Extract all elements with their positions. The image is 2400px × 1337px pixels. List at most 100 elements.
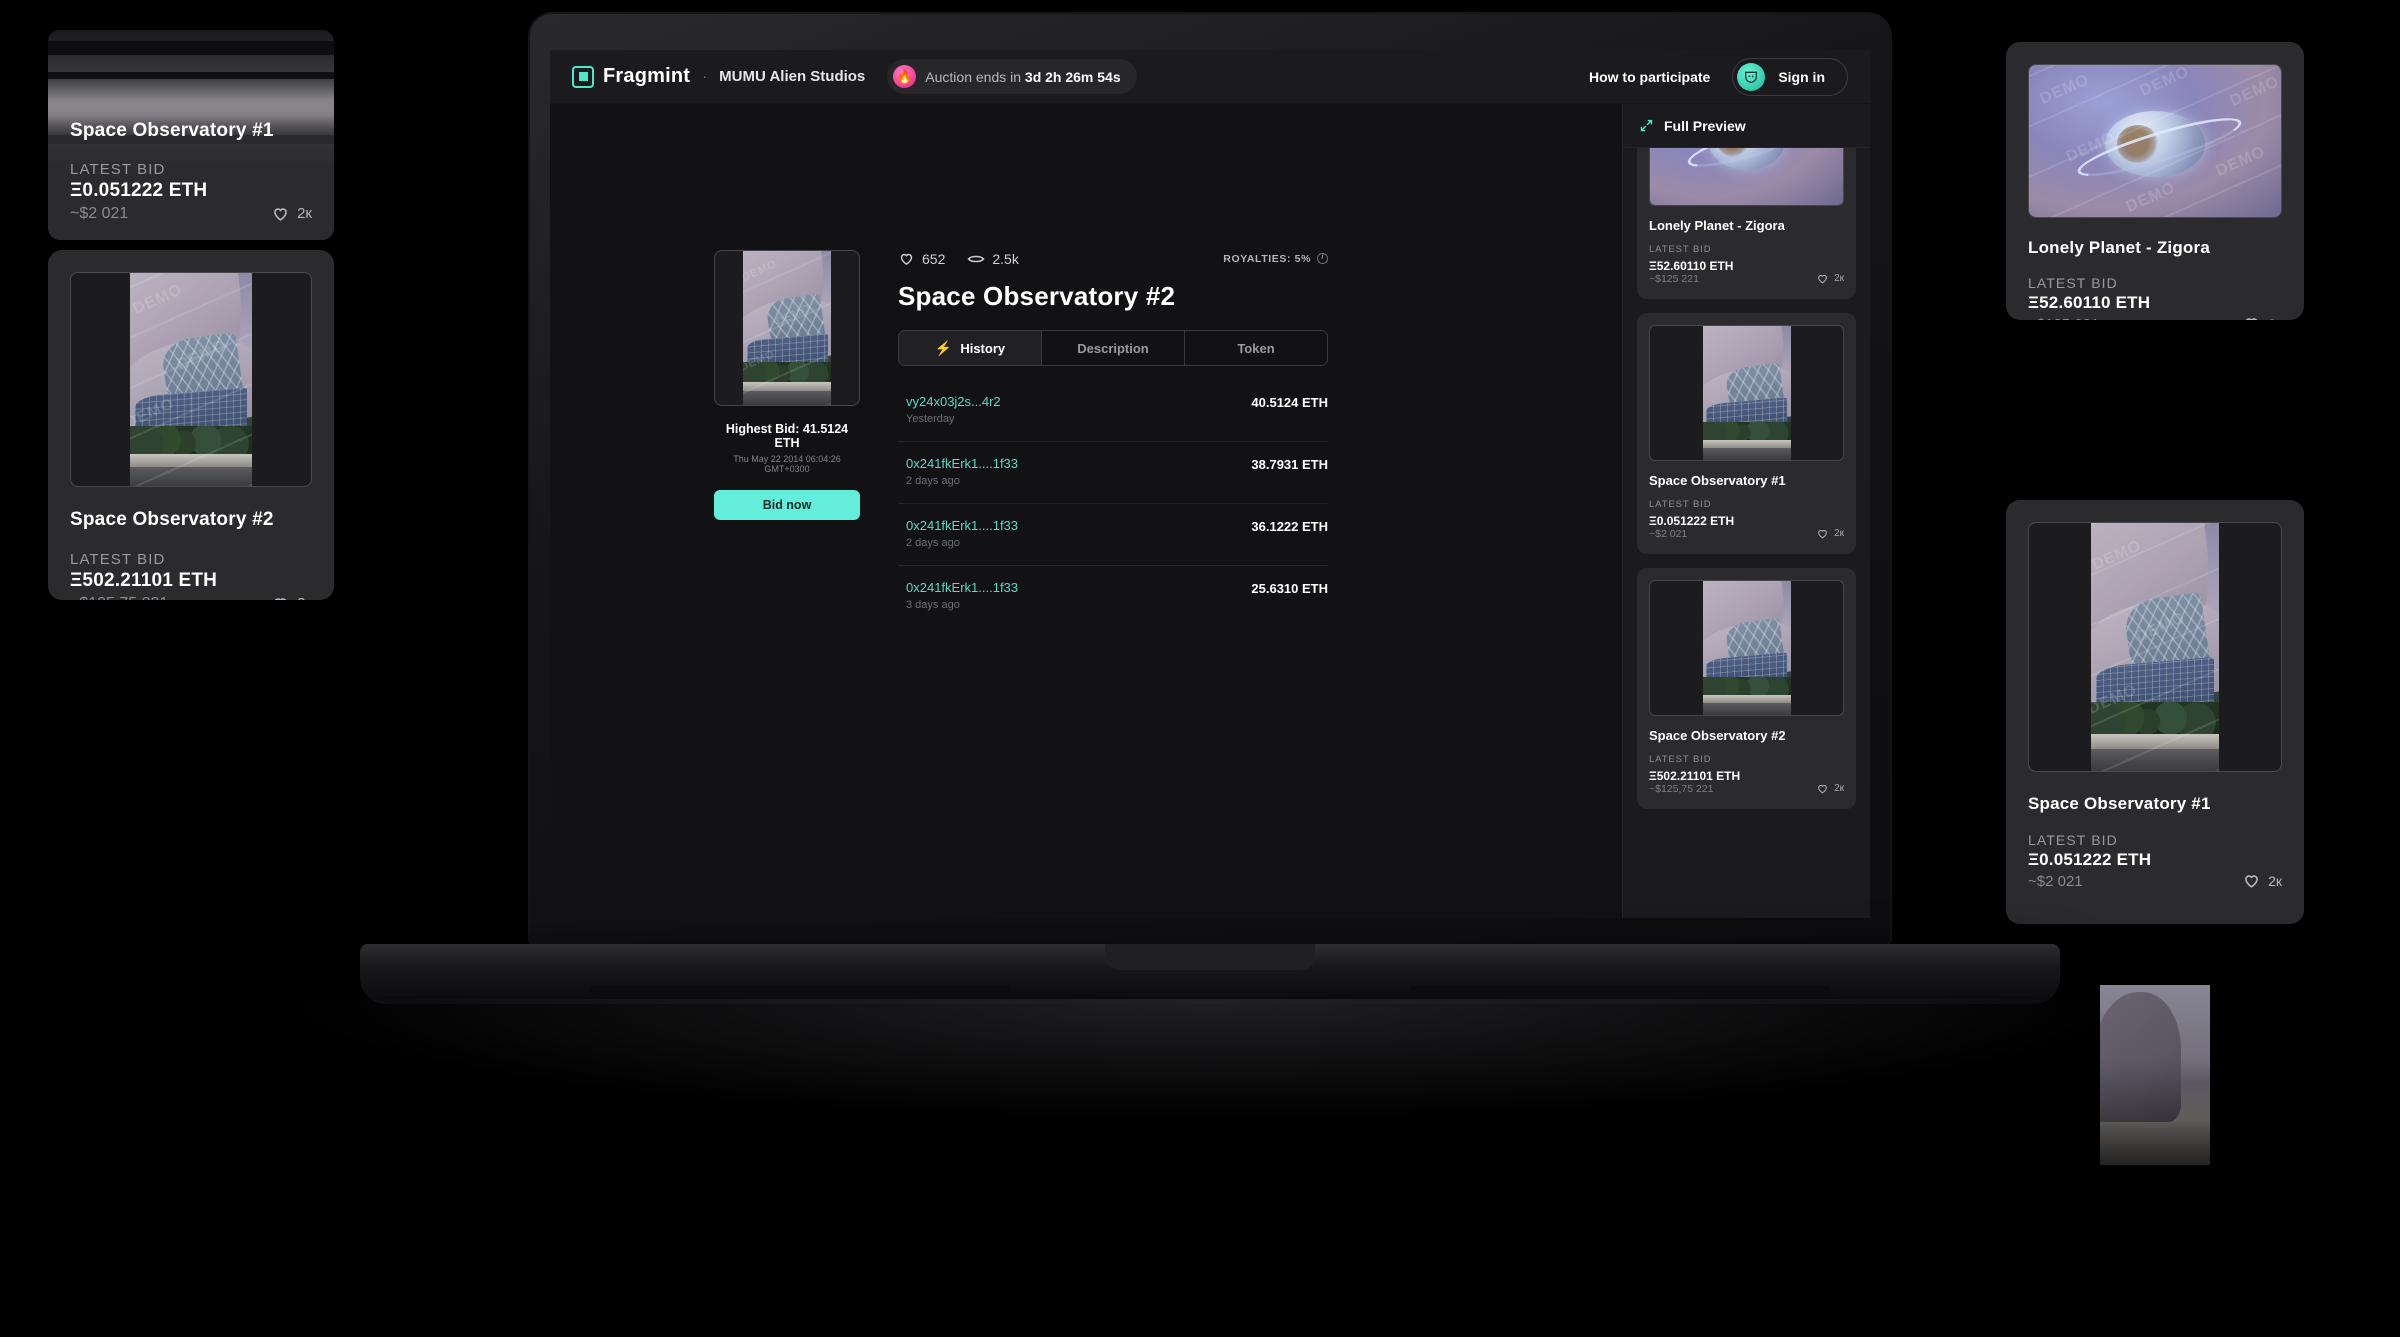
card-bid-amount: Ξ0.051222 ETH [2028, 850, 2152, 869]
card-likes[interactable]: 2к [271, 204, 312, 223]
brand[interactable]: Fragmint [572, 65, 690, 88]
bidder-address[interactable]: 0x241fkErk1....1f33 [906, 518, 1018, 533]
tab-description-label: Description [1077, 340, 1149, 356]
likes-count: 652 [922, 250, 946, 267]
auction-time: 3d 2h 26m 54s [1024, 68, 1121, 85]
table-row[interactable]: 0x241fkErk1....1f33 2 days ago 36.1222 E… [898, 503, 1328, 565]
nft-preview-thumbnail[interactable]: DEMO DEMO DEMO [714, 250, 860, 406]
bidder-address[interactable]: 0x241fkErk1....1f33 [906, 580, 1018, 595]
card-likes-count: 2к [297, 595, 312, 600]
card-likes-count: 2к [2268, 316, 2282, 321]
screenshot-stage: Space Observatory #1 LATEST BID Ξ0.05122… [0, 0, 2400, 1337]
full-preview-label: Full Preview [1664, 117, 1746, 134]
sign-in-label: Sign in [1778, 68, 1825, 85]
laptop-screen: Fragmint · MUMU Alien Studios 🔥 Auction … [550, 50, 1870, 918]
card-likes[interactable]: 2к [271, 594, 312, 600]
artwork-lonely-planet-zigora [1650, 148, 1843, 205]
table-row[interactable]: 0x241fkErk1....1f33 3 days ago 25.6310 E… [898, 565, 1328, 627]
card-thumbnail: DEMO DEMO DEMO [70, 272, 312, 487]
floating-card-right-1[interactable]: DEMO DEMO DEMO DEMO DEMO DEMO Lonely Pla… [2006, 42, 2304, 320]
floating-card-left-1-body[interactable]: Space Observatory #1 LATEST BID Ξ0.05122… [48, 100, 334, 240]
artwork-space-observatory-2: DEMO DEMO DEMO [743, 251, 831, 405]
card-bid-amount: Ξ52.60110 ETH [1649, 259, 1734, 273]
info-icon[interactable] [1317, 252, 1328, 264]
card-title: Space Observatory #1 [70, 120, 274, 141]
card-title: Space Observatory #2 [1649, 728, 1786, 743]
card-bid-amount: Ξ502.21101 ETH [70, 570, 218, 591]
bid-amount: 25.6310 ETH [1251, 581, 1328, 596]
latest-bid-label: LATEST BID [70, 161, 166, 178]
bid-timestamp: 2 days ago [906, 537, 960, 549]
laptop-notch [1105, 944, 1315, 970]
table-row[interactable]: 0x241fkErk1....1f33 2 days ago 38.7931 E… [898, 441, 1328, 503]
card-likes-count: 2к [297, 205, 312, 222]
card-likes[interactable]: 2к [1816, 527, 1844, 540]
card-title: Lonely Planet - Zigora [1649, 218, 1785, 233]
bid-amount: 36.1222 ETH [1251, 519, 1328, 534]
card-bid-amount: Ξ0.051222 ETH [1649, 514, 1735, 528]
tab-history[interactable]: ⚡ History [899, 331, 1042, 365]
bidder-address[interactable]: vy24x03j2s...4r2 [906, 394, 1001, 409]
bid-amount: 38.7931 ETH [1251, 457, 1328, 472]
list-item[interactable]: Space Observatory #1 LATEST BID Ξ0.05122… [1637, 313, 1856, 554]
heart-icon [2246, 318, 2258, 320]
bid-history-list: vy24x03j2s...4r2 Yesterday 40.5124 ETH 0… [898, 380, 1328, 627]
likes-stat[interactable]: 652 [898, 250, 945, 267]
card-likes[interactable]: 2к [2242, 871, 2282, 890]
heart-icon [1818, 784, 1827, 794]
artwork-space-observatory-1: DEMO DEMO DEMO [2091, 523, 2219, 771]
latest-bid-label: LATEST BID [1649, 754, 1712, 765]
bid-now-button[interactable]: Bid now [714, 490, 860, 520]
tab-history-label: History [960, 340, 1006, 356]
floating-card-left-2[interactable]: DEMO DEMO DEMO Space Observatory #2 LATE… [48, 250, 334, 600]
expand-icon [1640, 119, 1653, 132]
latest-bid-label: LATEST BID [2028, 832, 2118, 848]
nft-meta-row: 652 2.5k ROYALTIES: 5% [898, 250, 1328, 267]
bolt-icon: ⚡ [934, 339, 953, 356]
flame-icon: 🔥 [893, 65, 917, 88]
tab-token[interactable]: Token [1185, 331, 1327, 365]
tab-description[interactable]: Description [1042, 331, 1185, 365]
highest-bid-text: Highest Bid: 41.5124 ETH [725, 422, 849, 450]
card-likes[interactable]: 2к [2242, 314, 2282, 320]
card-likes-count: 2к [1834, 528, 1844, 539]
card-bid-usd: ~$125,75 221 [1649, 783, 1714, 795]
rail-card-list[interactable]: Lonely Planet - Zigora LATEST BID Ξ52.60… [1623, 148, 1870, 918]
artwork-lonely-planet-zigora: DEMO DEMO DEMO DEMO DEMO DEMO [2029, 65, 2281, 217]
bid-timestamp: Yesterday [906, 413, 955, 425]
list-item[interactable]: Lonely Planet - Zigora LATEST BID Ξ52.60… [1637, 148, 1856, 299]
views-count: 2.5k [992, 250, 1019, 267]
bidder-address[interactable]: 0x241fkErk1....1f33 [906, 456, 1018, 471]
fragmint-logo-icon [572, 65, 594, 88]
views-stat: 2.5k [967, 250, 1019, 267]
bid-timestamp: 2 days ago [906, 475, 960, 487]
bid-box: DEMO DEMO DEMO Highest Bid: 41.5124 ETH … [714, 250, 860, 627]
header-actions: How to participate Sign in [1589, 57, 1848, 96]
card-thumbnail: DEMO DEMO DEMO DEMO DEMO DEMO [2028, 64, 2282, 218]
heart-icon [274, 208, 287, 221]
app-header: Fragmint · MUMU Alien Studios 🔥 Auction … [550, 50, 1870, 104]
laptop-mockup: Fragmint · MUMU Alien Studios 🔥 Auction … [300, 14, 2120, 1119]
latest-bid-label: LATEST BID [1649, 499, 1712, 510]
card-likes-count: 2к [1834, 783, 1844, 794]
card-likes[interactable]: 2к [1816, 272, 1844, 285]
heart-icon [900, 253, 913, 266]
heart-icon [2245, 875, 2258, 888]
sign-in-button[interactable]: Sign in [1732, 57, 1848, 96]
floating-card-right-2[interactable]: DEMO DEMO DEMO Space Observatory #1 LATE… [2006, 500, 2304, 924]
table-row[interactable]: vy24x03j2s...4r2 Yesterday 40.5124 ETH [898, 380, 1328, 441]
card-title: Space Observatory #1 [1649, 473, 1786, 488]
artwork-space-observatory-2 [1702, 581, 1791, 715]
card-likes-count: 2к [1834, 273, 1844, 284]
card-likes[interactable]: 2к [1816, 782, 1844, 795]
full-preview-button[interactable]: Full Preview [1623, 104, 1870, 148]
bid-timestamp: 3 days ago [906, 599, 960, 611]
nft-info: 652 2.5k ROYALTIES: 5% i Space Observato… [898, 250, 1328, 627]
reflection-fade [1950, 1060, 2370, 1337]
detail-tabs: ⚡ History Description Token [898, 330, 1328, 366]
latest-bid-label: LATEST BID [2028, 275, 2118, 291]
how-to-participate-link[interactable]: How to participate [1589, 69, 1710, 85]
list-item[interactable]: Space Observatory #2 LATEST BID Ξ502.211… [1637, 568, 1856, 809]
auction-countdown-pill: 🔥 Auction ends in 3d 2h 26m 54s [887, 59, 1137, 94]
preview-rail: Full Preview Lonely Planet - Zigora LATE… [1622, 104, 1870, 918]
